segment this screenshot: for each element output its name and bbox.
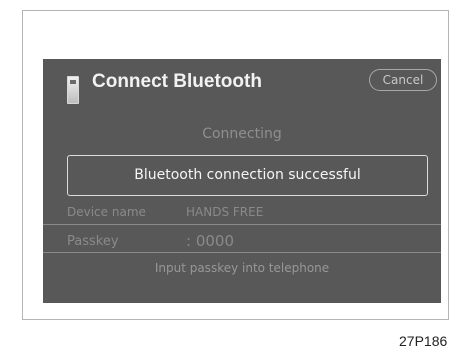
connection-success-dialog: Bluetooth connection successful [67,155,428,196]
connecting-status: Connecting [202,126,282,142]
passkey-value: : 0000 [186,232,234,250]
figure-code: 27P186 [399,333,448,349]
passkey-label: Passkey [67,234,119,249]
divider [43,252,441,253]
passkey-hint: Input passkey into telephone [154,261,330,275]
divider [43,224,441,225]
phone-icon [67,76,79,104]
device-name-value: HANDS FREE [186,205,264,219]
screen-title: Connect Bluetooth [92,71,262,92]
device-name-label: Device name [67,205,146,219]
bluetooth-screen: Connect Bluetooth Cancel Connecting Devi… [43,59,441,303]
cancel-button[interactable]: Cancel [369,69,437,91]
